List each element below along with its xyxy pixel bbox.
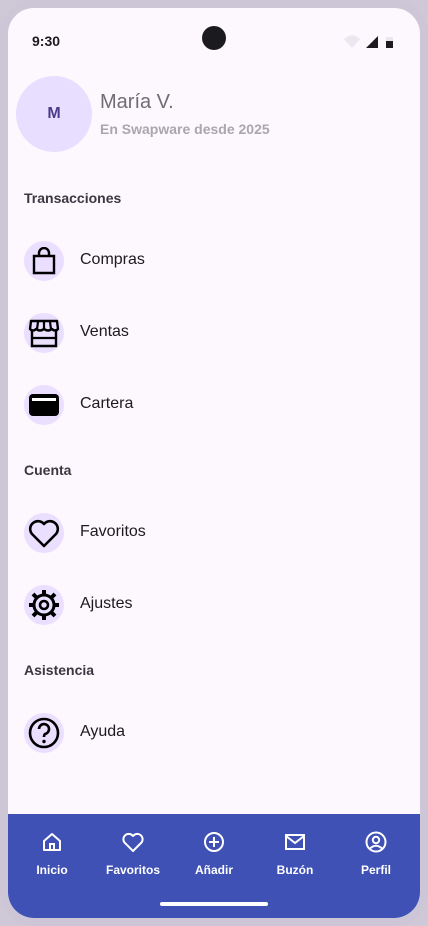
menu-item-label: Compras	[80, 251, 145, 268]
system-icons	[344, 35, 393, 48]
menu-item-label: Cartera	[80, 395, 134, 412]
home-icon	[43, 833, 61, 851]
nav-label: Buzón	[276, 863, 314, 877]
nav-item-inicio[interactable]: Inicio	[12, 830, 92, 886]
member-since: En Swapware desde 2025	[100, 121, 270, 137]
status-time: 9:30	[32, 33, 61, 49]
mail-icon	[285, 834, 305, 850]
nav-item-perfil[interactable]: Perfil	[336, 830, 416, 886]
menu-item-label: Ajustes	[80, 595, 133, 612]
menu-item-ayuda[interactable]: Ayuda	[24, 705, 404, 761]
wallet-icon	[24, 385, 64, 425]
add-circle-icon	[204, 832, 224, 852]
store-icon	[24, 313, 64, 353]
gesture-home-bar[interactable]	[160, 902, 268, 906]
nav-label: Inicio	[36, 863, 68, 877]
signal-icon	[366, 36, 378, 48]
wifi-icon	[344, 35, 360, 48]
gear-icon	[24, 585, 64, 625]
profile-name: María V.	[100, 91, 174, 113]
heart-icon	[24, 513, 64, 553]
menu-item-label: Ventas	[80, 323, 129, 340]
help-icon	[24, 713, 64, 753]
menu-item-compras[interactable]: Compras	[24, 233, 404, 289]
menu-item-label: Ayuda	[80, 723, 126, 740]
phone-frame: 9:30 M María V. En Swapware desde 2025 T…	[0, 0, 428, 926]
menu-item-ventas[interactable]: Ventas	[24, 305, 404, 361]
section-title-account: Cuenta	[24, 462, 72, 478]
shopping-bag-icon	[24, 241, 64, 281]
camera-cutout	[202, 26, 226, 50]
heart-icon	[122, 832, 144, 852]
nav-label: Favoritos	[105, 863, 160, 877]
nav-item-anadir[interactable]: Añadir	[174, 830, 254, 886]
section-title-support: Asistencia	[24, 662, 95, 678]
avatar[interactable]: M	[16, 76, 92, 152]
profile-header: M María V. En Swapware desde 2025	[16, 76, 412, 154]
account-circle-icon	[365, 831, 387, 853]
menu-item-ajustes[interactable]: Ajustes	[24, 577, 404, 633]
bottom-navigation: Inicio Favoritos Añadir Buzón Perfil	[8, 814, 420, 918]
nav-label: Perfil	[360, 863, 391, 877]
nav-item-favoritos[interactable]: Favoritos	[93, 830, 173, 886]
menu-item-favoritos[interactable]: Favoritos	[24, 505, 404, 561]
menu-item-label: Favoritos	[80, 523, 146, 540]
nav-label: Añadir	[194, 863, 233, 877]
menu-item-cartera[interactable]: Cartera	[24, 377, 404, 433]
nav-item-buzon[interactable]: Buzón	[255, 830, 335, 886]
section-title-transactions: Transacciones	[24, 190, 122, 206]
status-bar: 9:30	[8, 8, 420, 64]
